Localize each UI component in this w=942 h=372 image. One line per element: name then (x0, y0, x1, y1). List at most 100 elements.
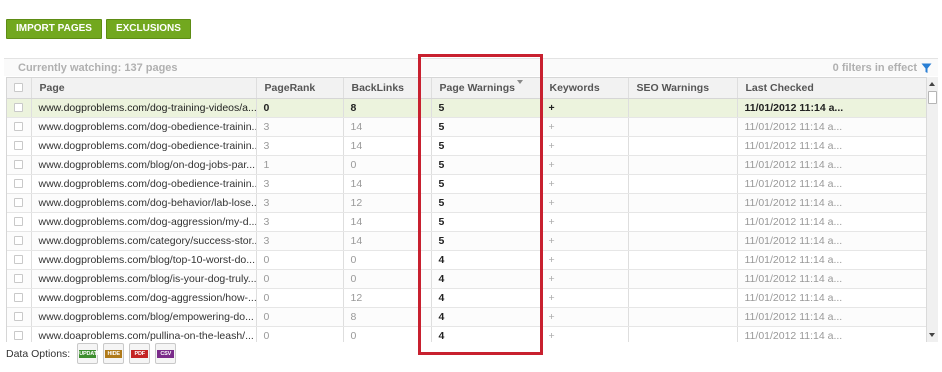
table-row[interactable]: www.dogproblems.com/dog-aggression/my-d.… (7, 212, 926, 232)
watching-count-text: Currently watching: 137 pages (18, 62, 178, 74)
column-header-page[interactable]: Page (31, 78, 257, 99)
row-checkbox[interactable] (14, 236, 24, 246)
pdf-icon: PDF (131, 350, 149, 358)
cell-page-warnings: 5 (431, 174, 542, 194)
cell-backlinks: 14 (343, 174, 432, 194)
cell-keywords[interactable]: + (541, 155, 629, 175)
cell-last-checked: 11/01/2012 11:14 a... (737, 269, 926, 289)
scroll-up-arrow-icon[interactable] (929, 82, 935, 86)
cell-page: www.dogproblems.com/dog-training-videos/… (31, 98, 257, 118)
cell-seo-warnings (628, 269, 738, 289)
cell-keywords[interactable]: + (541, 212, 629, 232)
cell-backlinks: 12 (343, 288, 432, 308)
row-select-cell[interactable] (7, 269, 32, 289)
row-checkbox[interactable] (14, 274, 24, 284)
table-row[interactable]: www.dogproblems.com/dog-obedience-traini… (7, 174, 926, 194)
scroll-down-arrow-icon[interactable] (929, 333, 935, 337)
cell-last-checked: 11/01/2012 11:14 a... (737, 288, 926, 308)
vertical-scrollbar[interactable] (926, 77, 938, 342)
cell-pagerank: 3 (256, 136, 344, 156)
row-checkbox[interactable] (14, 141, 24, 151)
table-row[interactable]: www.dogproblems.com/dog-training-videos/… (7, 98, 926, 118)
cell-keywords[interactable]: + (541, 326, 629, 342)
exclusions-button[interactable]: EXCLUSIONS (105, 19, 191, 39)
filter-funnel-icon[interactable] (921, 63, 932, 74)
column-header-backlinks[interactable]: BackLinks (343, 78, 432, 99)
cell-last-checked: 11/01/2012 11:14 a... (737, 250, 926, 270)
cell-page-warnings: 4 (431, 326, 542, 342)
column-header-keywords[interactable]: Keywords (541, 78, 629, 99)
row-checkbox[interactable] (14, 122, 24, 132)
row-select-cell[interactable] (7, 117, 32, 137)
column-header-pagerank[interactable]: PageRank (256, 78, 344, 99)
row-checkbox[interactable] (14, 103, 24, 113)
column-header-page-warnings[interactable]: Page Warnings (431, 78, 542, 99)
cell-keywords[interactable]: + (541, 117, 629, 137)
row-select-cell[interactable] (7, 98, 32, 118)
cell-keywords[interactable]: + (541, 231, 629, 251)
table-row[interactable]: www.dogproblems.com/blog/is-your-dog-tru… (7, 269, 926, 289)
hide-export-button[interactable]: HIDE (103, 343, 125, 364)
row-checkbox[interactable] (14, 198, 24, 208)
select-all-checkbox[interactable] (14, 83, 24, 93)
cell-keywords[interactable]: + (541, 288, 629, 308)
row-checkbox[interactable] (14, 293, 24, 303)
pdf-export-button[interactable]: PDF (129, 343, 151, 364)
data-options-label: Data Options: (6, 347, 71, 360)
cell-seo-warnings (628, 212, 738, 232)
table-row[interactable]: www.doaproblems.com/pullina-on-the-leash… (7, 326, 926, 342)
row-select-cell[interactable] (7, 212, 32, 232)
cell-keywords[interactable]: + (541, 269, 629, 289)
table-row[interactable]: www.dogproblems.com/dog-behavior/lab-los… (7, 193, 926, 213)
filters-count-text: 0 filters in effect (832, 62, 917, 74)
row-checkbox[interactable] (14, 331, 24, 341)
row-checkbox[interactable] (14, 255, 24, 265)
cell-page: www.dogproblems.com/category/success-sto… (31, 231, 257, 251)
row-select-cell[interactable] (7, 326, 32, 342)
row-checkbox[interactable] (14, 217, 24, 227)
table-row[interactable]: www.dogproblems.com/dog-obedience-traini… (7, 136, 926, 156)
row-checkbox[interactable] (14, 160, 24, 170)
row-select-cell[interactable] (7, 136, 32, 156)
cell-pagerank: 3 (256, 231, 344, 251)
row-select-cell[interactable] (7, 193, 32, 213)
cell-last-checked: 11/01/2012 11:14 a... (737, 174, 926, 194)
select-all-header[interactable] (7, 78, 32, 99)
cell-page: www.dogproblems.com/dog-aggression/my-d.… (31, 212, 257, 232)
row-select-cell[interactable] (7, 174, 32, 194)
cell-page-warnings: 5 (431, 136, 542, 156)
filters-indicator[interactable]: 0 filters in effect (833, 62, 932, 74)
cell-keywords[interactable]: + (541, 136, 629, 156)
cell-keywords[interactable]: + (541, 307, 629, 327)
cell-keywords[interactable]: + (541, 174, 629, 194)
row-select-cell[interactable] (7, 288, 32, 308)
cell-last-checked: 11/01/2012 11:14 a... (737, 155, 926, 175)
row-checkbox[interactable] (14, 312, 24, 322)
import-pages-button[interactable]: IMPORT PAGES (6, 19, 102, 39)
column-header-last-checked[interactable]: Last Checked (737, 78, 926, 99)
row-select-cell[interactable] (7, 231, 32, 251)
row-select-cell[interactable] (7, 250, 32, 270)
cell-page-warnings: 5 (431, 117, 542, 137)
row-select-cell[interactable] (7, 307, 32, 327)
cell-backlinks: 0 (343, 326, 432, 342)
column-header-seo-warnings[interactable]: SEO Warnings (628, 78, 738, 99)
table-row[interactable]: www.dogproblems.com/category/success-sto… (7, 231, 926, 251)
table-row[interactable]: www.dogproblems.com/blog/empowering-do..… (7, 307, 926, 327)
scroll-thumb[interactable] (928, 91, 937, 104)
cell-pagerank: 3 (256, 212, 344, 232)
table-row[interactable]: www.dogproblems.com/dog-aggression/how-.… (7, 288, 926, 308)
cell-keywords[interactable]: + (541, 250, 629, 270)
table-row[interactable]: www.dogproblems.com/blog/on-dog-jobs-par… (7, 155, 926, 175)
cell-keywords[interactable]: + (541, 98, 629, 118)
cell-seo-warnings (628, 250, 738, 270)
csv-export-button[interactable]: CSV (155, 343, 177, 364)
hide-icon: HIDE (105, 350, 123, 358)
cell-keywords[interactable]: + (541, 193, 629, 213)
row-checkbox[interactable] (14, 179, 24, 189)
row-select-cell[interactable] (7, 155, 32, 175)
table-row[interactable]: www.dogproblems.com/blog/top-10-worst-do… (7, 250, 926, 270)
table-row[interactable]: www.dogproblems.com/dog-obedience-traini… (7, 117, 926, 137)
page-warnings-label: Page Warnings (439, 81, 515, 94)
update-export-button[interactable]: UPDATE (77, 343, 100, 364)
